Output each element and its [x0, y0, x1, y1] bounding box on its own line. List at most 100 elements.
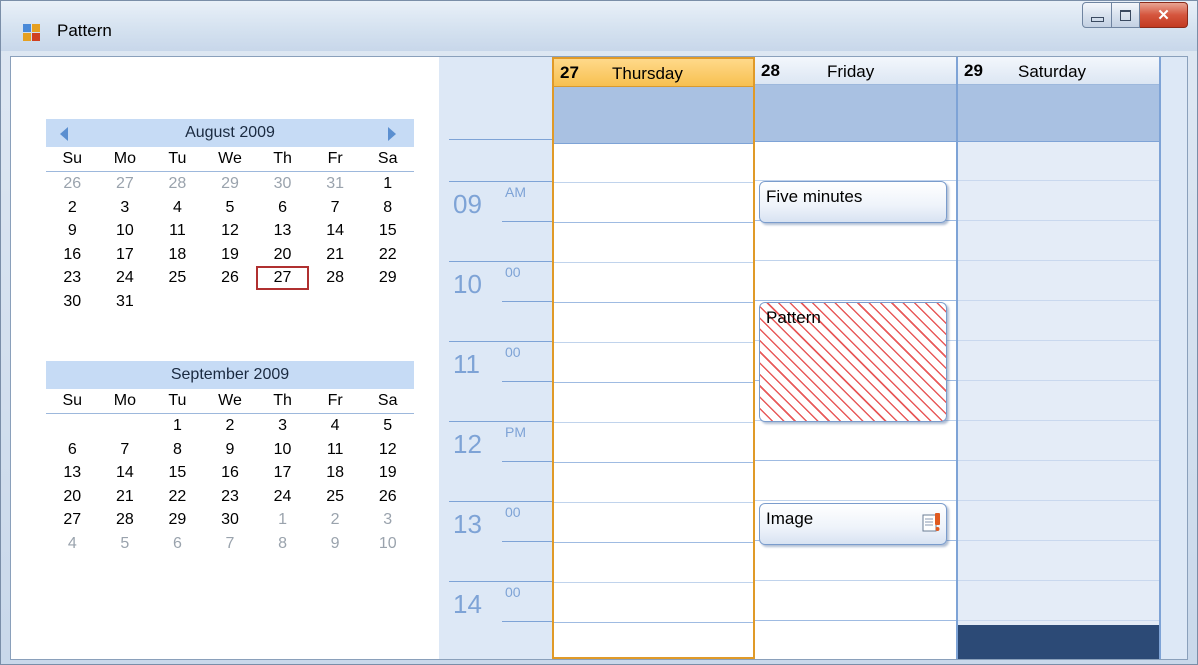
- day-cell[interactable]: 10: [99, 219, 152, 243]
- day-cell[interactable]: 11: [151, 219, 204, 243]
- day-column-thursday[interactable]: 27 Thursday: [552, 57, 755, 659]
- day-cell[interactable]: 25: [151, 266, 204, 290]
- day-cell[interactable]: 28: [99, 508, 152, 532]
- day-cell[interactable]: 10: [361, 532, 414, 556]
- day-cell[interactable]: 18: [309, 461, 362, 485]
- day-cell[interactable]: 26: [204, 266, 257, 290]
- day-cell[interactable]: 3: [361, 508, 414, 532]
- hour-label: 13: [453, 509, 482, 539]
- selected-slot[interactable]: [958, 625, 1159, 659]
- day-cell[interactable]: 20: [256, 243, 309, 267]
- appointment-pattern[interactable]: Pattern: [759, 302, 947, 422]
- day-cell[interactable]: 22: [361, 243, 414, 267]
- day-header[interactable]: 29 Saturday: [958, 57, 1159, 85]
- day-cell[interactable]: 7: [204, 532, 257, 556]
- day-cell[interactable]: 4: [151, 196, 204, 220]
- day-cell[interactable]: 17: [256, 461, 309, 485]
- hour-suffix: AM: [505, 184, 526, 200]
- day-cell[interactable]: 16: [46, 243, 99, 267]
- all-day-area[interactable]: [755, 85, 956, 142]
- day-cell[interactable]: 13: [256, 219, 309, 243]
- previous-month-arrow-icon[interactable]: [60, 127, 68, 141]
- day-cell[interactable]: 19: [204, 243, 257, 267]
- day-cell[interactable]: 10: [256, 438, 309, 462]
- day-cell[interactable]: 9: [46, 219, 99, 243]
- day-cell[interactable]: 11: [309, 438, 362, 462]
- today-day-cell[interactable]: 27: [256, 266, 309, 290]
- day-cell[interactable]: 31: [309, 172, 362, 196]
- maximize-button[interactable]: [1112, 2, 1140, 28]
- next-month-arrow-icon[interactable]: [388, 127, 396, 141]
- day-cell[interactable]: 1: [256, 508, 309, 532]
- day-cell[interactable]: 8: [256, 532, 309, 556]
- time-slots[interactable]: [958, 141, 1159, 659]
- day-cell[interactable]: 15: [151, 461, 204, 485]
- day-header[interactable]: 28 Friday: [755, 57, 956, 85]
- day-cell[interactable]: 23: [204, 485, 257, 509]
- day-cell[interactable]: 15: [361, 219, 414, 243]
- day-cell[interactable]: 3: [99, 196, 152, 220]
- day-cell[interactable]: 8: [151, 438, 204, 462]
- day-cell[interactable]: 8: [361, 196, 414, 220]
- day-cell[interactable]: 12: [361, 438, 414, 462]
- appointment-image[interactable]: Image: [759, 503, 947, 545]
- day-cell[interactable]: 27: [46, 508, 99, 532]
- day-cell[interactable]: 21: [99, 485, 152, 509]
- day-cell[interactable]: 14: [99, 461, 152, 485]
- day-cell[interactable]: 16: [204, 461, 257, 485]
- day-column-friday[interactable]: 28 Friday Five minutes Pattern Image: [755, 57, 958, 659]
- day-cell[interactable]: 28: [151, 172, 204, 196]
- day-cell[interactable]: 29: [204, 172, 257, 196]
- day-cell[interactable]: 1: [151, 414, 204, 438]
- day-cell[interactable]: 5: [204, 196, 257, 220]
- day-cell[interactable]: 20: [46, 485, 99, 509]
- day-cell[interactable]: 6: [256, 196, 309, 220]
- close-button[interactable]: ✕: [1140, 2, 1188, 28]
- day-cell[interactable]: 25: [309, 485, 362, 509]
- day-cell[interactable]: 6: [46, 438, 99, 462]
- day-cell[interactable]: 21: [309, 243, 362, 267]
- day-cell[interactable]: 12: [204, 219, 257, 243]
- day-cell[interactable]: 1: [361, 172, 414, 196]
- day-cell[interactable]: 4: [309, 414, 362, 438]
- day-cell[interactable]: 30: [256, 172, 309, 196]
- day-cell[interactable]: 7: [99, 438, 152, 462]
- day-cell[interactable]: 2: [204, 414, 257, 438]
- day-cell[interactable]: 5: [99, 532, 152, 556]
- day-cell[interactable]: 4: [46, 532, 99, 556]
- all-day-area[interactable]: [958, 85, 1159, 142]
- time-slots[interactable]: [554, 143, 753, 657]
- day-cell[interactable]: 31: [99, 290, 152, 314]
- day-cell[interactable]: 2: [46, 196, 99, 220]
- day-cell[interactable]: 5: [361, 414, 414, 438]
- day-cell[interactable]: 7: [309, 196, 362, 220]
- day-cell[interactable]: 6: [151, 532, 204, 556]
- day-cell[interactable]: 14: [309, 219, 362, 243]
- day-cell[interactable]: 30: [204, 508, 257, 532]
- day-cell[interactable]: 27: [99, 172, 152, 196]
- minimize-button[interactable]: [1082, 2, 1112, 28]
- day-cell[interactable]: 19: [361, 461, 414, 485]
- day-cell[interactable]: 29: [361, 266, 414, 290]
- day-cell[interactable]: 17: [99, 243, 152, 267]
- day-cell[interactable]: 3: [256, 414, 309, 438]
- day-cell[interactable]: 26: [46, 172, 99, 196]
- day-cell[interactable]: 2: [309, 508, 362, 532]
- day-cell[interactable]: 9: [204, 438, 257, 462]
- day-cell[interactable]: 30: [46, 290, 99, 314]
- day-cell[interactable]: 24: [256, 485, 309, 509]
- day-header[interactable]: 27 Thursday: [554, 59, 753, 87]
- day-cell[interactable]: 22: [151, 485, 204, 509]
- day-cell[interactable]: 28: [309, 266, 362, 290]
- day-cell[interactable]: 9: [309, 532, 362, 556]
- title-bar[interactable]: Pattern ✕: [1, 1, 1197, 51]
- day-cell[interactable]: 18: [151, 243, 204, 267]
- day-cell[interactable]: 13: [46, 461, 99, 485]
- day-cell[interactable]: 23: [46, 266, 99, 290]
- day-cell[interactable]: 24: [99, 266, 152, 290]
- all-day-area[interactable]: [554, 87, 753, 144]
- appointment-five-minutes[interactable]: Five minutes: [759, 181, 947, 223]
- day-column-saturday[interactable]: 29 Saturday: [958, 57, 1161, 659]
- day-cell[interactable]: 26: [361, 485, 414, 509]
- day-cell[interactable]: 29: [151, 508, 204, 532]
